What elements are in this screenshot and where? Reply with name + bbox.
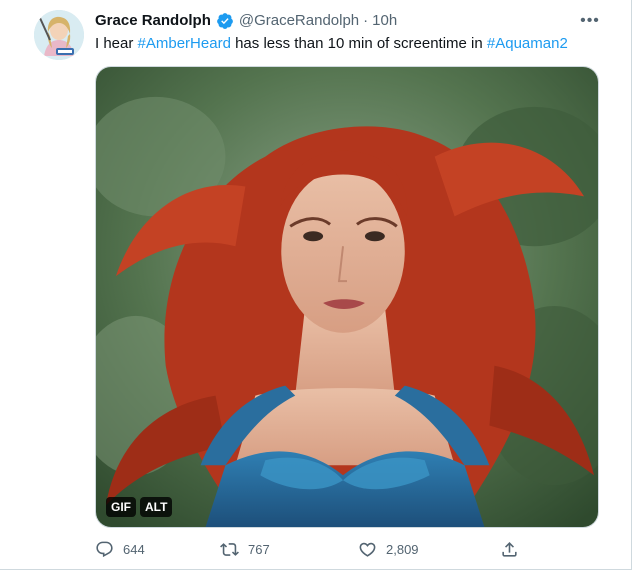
more-icon[interactable]: ••• [578,12,602,30]
gif-badge: GIF [106,497,136,517]
verified-badge-icon [216,12,234,30]
tweet-text: I hear #AmberHeard has less than 10 min … [95,34,568,54]
like-button[interactable]: 2,809 [358,540,419,559]
reply-button[interactable]: 644 [95,540,145,559]
tweet-card[interactable]: Grace Randolph @GraceRandolph · 10h ••• … [0,0,641,570]
media-badges: GIF ALT [106,497,173,517]
like-icon [358,540,377,559]
retweet-count: 767 [248,542,270,557]
like-count: 2,809 [386,542,419,557]
tweet-text-part: I hear [95,35,138,52]
tweet-actions: 644 767 2,809 [95,540,525,564]
hashtag-aquaman2[interactable]: #Aquaman2 [487,35,568,52]
reply-count: 644 [123,542,145,557]
gif-media[interactable] [95,66,599,528]
avatar[interactable] [34,10,84,60]
hashtag-amberheard[interactable]: #AmberHeard [138,35,231,52]
tweet-text-part: has less than 10 min of screentime in [230,35,487,52]
share-icon [500,540,519,559]
retweet-button[interactable]: 767 [220,540,270,559]
author-name[interactable]: Grace Randolph [95,11,211,31]
share-button[interactable] [500,540,519,559]
separator-dot: · [363,12,369,29]
tweet-time[interactable]: 10h [372,11,397,31]
alt-badge[interactable]: ALT [140,497,173,517]
author-handle[interactable]: @GraceRandolph [239,11,359,31]
tweet-header: Grace Randolph @GraceRandolph · 10h [95,11,397,31]
reply-icon [95,540,114,559]
retweet-icon [220,540,239,559]
